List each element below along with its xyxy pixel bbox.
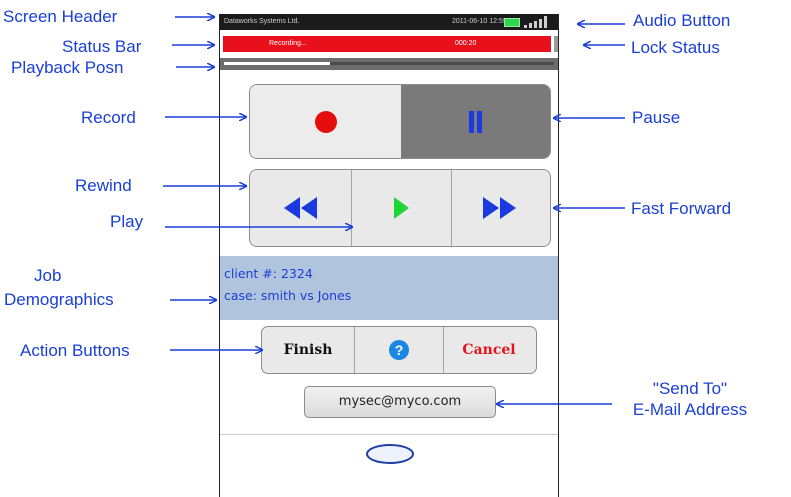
- record-button[interactable]: [250, 85, 401, 158]
- status-bar: Recording... 000:20: [223, 36, 551, 52]
- screen-header: Dataworks Systems Ltd. 2011-06-10 12:59: [220, 14, 558, 30]
- send-to-email-button[interactable]: mysec@myco.com: [304, 386, 496, 418]
- dataworks-logo: [366, 444, 414, 464]
- play-icon: [393, 197, 409, 219]
- label-pause: Pause: [632, 108, 681, 127]
- client-number: client #: 2324: [224, 266, 313, 281]
- label-job: Job: [34, 266, 62, 285]
- app-name: Dataworks Systems Ltd.: [224, 18, 300, 25]
- record-icon: [314, 110, 337, 133]
- label-demographics: Demographics: [4, 290, 114, 309]
- action-buttons-panel: Finish ? Cancel: [261, 326, 537, 374]
- rewind-button[interactable]: [250, 170, 351, 246]
- playback-track: [224, 62, 554, 65]
- job-demographics: client #: 2324 case: smith vs Jones: [220, 256, 558, 320]
- label-lock-status: Lock Status: [631, 38, 720, 57]
- playback-progress: [224, 62, 330, 65]
- battery-icon: [504, 18, 520, 27]
- pause-icon: [469, 110, 482, 133]
- label-status-bar: Status Bar: [62, 37, 142, 56]
- case-name: case: smith vs Jones: [224, 288, 352, 303]
- header-datetime: 2011-06-10 12:59: [452, 18, 507, 25]
- divider: [220, 434, 558, 435]
- finish-button[interactable]: Finish: [262, 327, 354, 373]
- label-rewind: Rewind: [75, 176, 132, 195]
- lock-icon[interactable]: [554, 36, 558, 52]
- record-pause-panel: [249, 84, 551, 159]
- label-email-address: E-Mail Address: [632, 400, 748, 419]
- label-fast-forward: Fast Forward: [631, 199, 732, 218]
- label-record: Record: [81, 108, 136, 127]
- rewind-icon: [283, 197, 317, 219]
- elapsed-time: 000:20: [455, 40, 477, 47]
- label-playback-posn: Playback Posn: [11, 58, 124, 77]
- cancel-button[interactable]: Cancel: [442, 327, 536, 373]
- fast-forward-button[interactable]: [450, 170, 550, 246]
- label-action-buttons: Action Buttons: [20, 341, 130, 360]
- help-button[interactable]: ?: [354, 327, 444, 373]
- signal-icon[interactable]: [524, 16, 550, 28]
- label-screen-header: Screen Header: [3, 7, 118, 26]
- phone-screen: Dataworks Systems Ltd. 2011-06-10 12:59 …: [219, 14, 559, 497]
- recording-status: Recording...: [269, 40, 307, 47]
- label-audio-button: Audio Button: [633, 11, 731, 30]
- label-play: Play: [110, 212, 144, 231]
- label-send-to: "Send To": [652, 379, 728, 398]
- play-button[interactable]: [351, 170, 452, 246]
- pause-button[interactable]: [401, 85, 550, 158]
- transport-panel: [249, 169, 551, 247]
- playback-position[interactable]: [220, 58, 558, 70]
- fast-forward-icon: [483, 197, 516, 219]
- help-icon: ?: [389, 340, 409, 360]
